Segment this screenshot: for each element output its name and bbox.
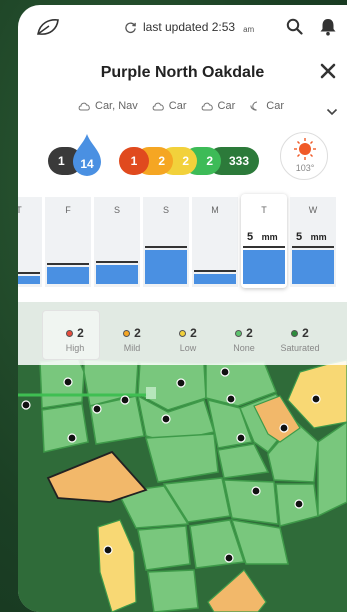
- temperature-badge[interactable]: 103°: [280, 132, 328, 180]
- status-high-badge[interactable]: 1: [119, 147, 149, 175]
- rain-bar: [145, 250, 187, 284]
- forecast-label: Car, Nav: [95, 100, 138, 112]
- forecast-label: Car: [217, 100, 236, 112]
- legend-label: None: [233, 343, 255, 353]
- legend-label: Saturated: [280, 343, 320, 353]
- legend-dot: [179, 329, 187, 337]
- cloud-icon: [78, 102, 90, 111]
- forecast-item[interactable]: Car: [249, 100, 284, 112]
- sun-icon: [294, 138, 316, 160]
- rain-day-label: W: [308, 205, 318, 215]
- legend-item-mild[interactable]: 2 Mild: [107, 326, 157, 353]
- rain-bar: [292, 250, 334, 284]
- rain-day-label: T: [18, 205, 22, 215]
- rain-day-label: F: [65, 205, 71, 215]
- chevron-down-icon[interactable]: [326, 103, 338, 116]
- legend-count: 2: [246, 326, 253, 340]
- rain-bar: [96, 265, 138, 284]
- forecast-label: Car: [266, 100, 284, 112]
- rain-bar: [18, 275, 40, 284]
- last-updated-ampm: am: [243, 24, 255, 34]
- status-count: 2: [158, 154, 165, 168]
- legend-dot: [66, 329, 74, 337]
- last-updated-text: last updated 2:53: [143, 20, 236, 34]
- forecast-row: Car, Nav Car Car Car: [78, 100, 284, 112]
- field-detail-sheet: last updated 2:53 am Purple North Oakdal…: [18, 5, 347, 612]
- status-count: 333: [228, 154, 249, 168]
- legend-label: High: [65, 343, 85, 353]
- legend-count: 2: [190, 326, 197, 340]
- temperature-value: 103°: [295, 163, 315, 173]
- rain-today-value: 5 mm: [247, 231, 278, 243]
- legend-dot: [235, 329, 243, 337]
- cloud-icon: [201, 102, 213, 111]
- legend-item-low[interactable]: 2 Low: [163, 326, 213, 353]
- legend-label: Low: [179, 343, 197, 353]
- cloud-icon: [152, 102, 164, 111]
- rain-threshold-line: [47, 263, 89, 265]
- drop-count: 14: [80, 157, 94, 171]
- legend-item-saturated[interactable]: 2 Saturated: [275, 326, 325, 353]
- legend-dot: [123, 329, 131, 337]
- rain-day-label: T: [261, 205, 267, 215]
- moon-icon: [250, 101, 258, 111]
- rain-threshold-line: [96, 261, 138, 264]
- legend-count: 2: [302, 326, 309, 340]
- leaf-icon[interactable]: [35, 17, 61, 37]
- rain-threshold-line: [194, 269, 236, 272]
- forecast-item[interactable]: Car: [201, 100, 236, 112]
- rain-threshold-line: [292, 246, 334, 248]
- rain-day-label: M: [211, 205, 219, 215]
- status-count: 1: [130, 154, 138, 168]
- status-count: 2: [182, 154, 189, 168]
- last-updated[interactable]: last updated 2:53 am: [124, 20, 254, 34]
- forecast-item[interactable]: Car, Nav: [78, 100, 138, 112]
- legend-label: Mild: [123, 343, 141, 353]
- rain-threshold-line: [243, 246, 285, 248]
- rain-bar: [194, 273, 236, 284]
- legend-item-none[interactable]: 2 None: [219, 326, 269, 353]
- forecast-item[interactable]: Car: [152, 100, 187, 112]
- dark-count: 1: [58, 154, 65, 168]
- forecast-label: Car: [168, 100, 187, 112]
- rain-threshold-line: [145, 246, 187, 248]
- rain-day-label: S: [162, 205, 169, 215]
- status-count: 2: [206, 154, 213, 168]
- legend-count: 2: [134, 326, 141, 340]
- legend-item-high[interactable]: 2 High: [50, 326, 100, 353]
- legend-dot: [291, 329, 299, 337]
- rain-day-label: S: [113, 205, 120, 215]
- top-bar: last updated 2:53 am: [18, 5, 347, 49]
- rain-bar: [243, 250, 285, 284]
- search-icon[interactable]: [286, 18, 303, 35]
- legend-count: 2: [77, 326, 84, 340]
- water-drop-badge[interactable]: 14: [71, 133, 103, 177]
- rain-next-value: 5 mm: [296, 231, 327, 243]
- rain-threshold-line: [18, 271, 40, 274]
- refresh-icon: [125, 21, 136, 33]
- bell-icon[interactable]: [319, 17, 337, 36]
- page-title: Purple North Oakdale: [100, 64, 265, 81]
- rain-bar: [47, 267, 89, 284]
- rainfall-chart[interactable]: T F S S M T 5 mm W 5 mm: [18, 194, 347, 292]
- close-icon[interactable]: [319, 62, 337, 80]
